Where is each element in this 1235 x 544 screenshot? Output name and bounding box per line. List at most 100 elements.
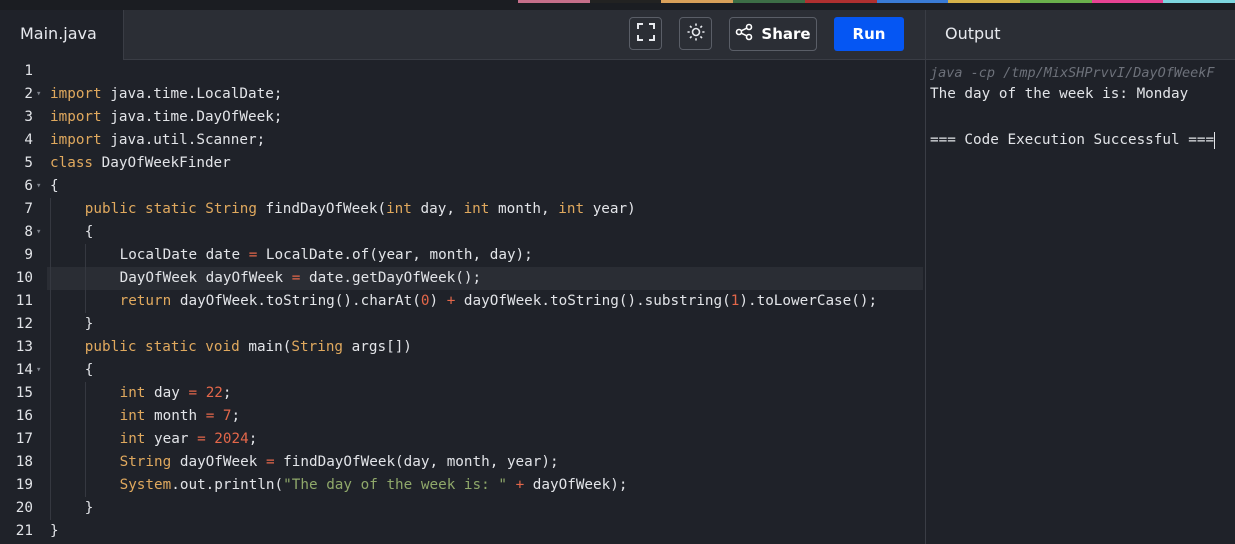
code-token: java.util.Scanner; xyxy=(101,132,266,148)
line-number: 6 xyxy=(24,178,33,194)
code-token: String xyxy=(291,339,344,355)
code-line[interactable]: 11 return dayOfWeek.toString().charAt(0) … xyxy=(0,290,925,313)
file-tab-main-java[interactable]: Main.java xyxy=(0,10,124,60)
line-number: 1 xyxy=(24,63,33,79)
fold-arrow-icon[interactable]: ▾ xyxy=(36,221,41,244)
indent-guide xyxy=(84,405,86,428)
code-line[interactable]: 4 import java.util.Scanner; xyxy=(0,129,925,152)
code-token: findDayOfWeek( xyxy=(256,201,387,217)
line-number: 14 xyxy=(15,362,33,378)
fold-arrow-icon[interactable]: ▾ xyxy=(36,175,41,198)
code-line[interactable]: 19 System.out.println("The day of the wee… xyxy=(0,474,925,497)
code-text: } xyxy=(50,520,59,543)
indent-guide xyxy=(50,474,51,497)
code-token: 22 xyxy=(205,385,223,401)
code-token: day, xyxy=(411,201,464,217)
fold-arrow-icon[interactable]: ▾ xyxy=(36,359,41,382)
code-line[interactable]: 20} xyxy=(0,497,925,520)
line-number: 13 xyxy=(15,339,33,355)
code-line[interactable]: 12} xyxy=(0,313,925,336)
indent-guide xyxy=(50,497,51,520)
share-button[interactable]: Share xyxy=(729,17,817,51)
code-token: .out.println( xyxy=(171,477,284,493)
code-line[interactable]: 3 import java.time.DayOfWeek; xyxy=(0,106,925,129)
code-token: dayOfWeek.toString().charAt( xyxy=(171,293,421,309)
code-token: = xyxy=(197,431,206,447)
share-icon xyxy=(735,23,753,45)
indent-guide xyxy=(50,428,51,451)
code-line[interactable]: 9 LocalDate date = LocalDate.of(year, mon… xyxy=(0,244,925,267)
code-line[interactable]: 1 xyxy=(0,60,925,83)
indent-guide xyxy=(84,267,86,290)
code-token: ) xyxy=(429,293,447,309)
code-token: + xyxy=(515,477,525,493)
run-button[interactable]: Run xyxy=(834,17,904,51)
code-token: main( xyxy=(239,339,292,355)
code-text: import java.time.LocalDate; xyxy=(50,83,282,106)
fullscreen-icon xyxy=(636,22,655,45)
code-line[interactable]: 8 ▾ { xyxy=(0,221,925,244)
code-token: import xyxy=(50,132,102,148)
line-number: 8 xyxy=(24,224,33,240)
code-line[interactable]: 15 int day = 22; xyxy=(0,382,925,405)
indent-guide xyxy=(50,221,51,244)
code-text: int year = 2024; xyxy=(120,428,258,451)
line-number: 10 xyxy=(15,270,33,286)
code-text: int day = 22; xyxy=(120,382,232,405)
code-token: java.time.DayOfWeek; xyxy=(101,109,283,125)
share-label: Share xyxy=(761,25,811,43)
code-line[interactable]: 7 public static String findDayOfWeek(int … xyxy=(0,198,925,221)
output-title: Output xyxy=(945,24,1001,43)
code-token: LocalDate date xyxy=(119,247,249,263)
line-number: 5 xyxy=(24,155,33,171)
code-line[interactable]: 5 class DayOfWeekFinder xyxy=(0,152,925,175)
code-editor[interactable]: 1 2 ▾ import java.time.LocalDate; 3 import ja… xyxy=(0,60,925,544)
code-token: ; xyxy=(231,408,241,424)
fullscreen-button[interactable] xyxy=(629,17,662,50)
code-text: return dayOfWeek.toString().charAt(0) + … xyxy=(120,290,878,313)
code-text: { xyxy=(85,359,94,382)
code-text: System.out.println("The day of the week … xyxy=(120,474,628,497)
output-status-text: === Code Execution Successful === xyxy=(930,132,1215,148)
code-line[interactable]: 16 int month = 7; xyxy=(0,405,925,428)
code-line[interactable]: 17 int year = 2024; xyxy=(0,428,925,451)
code-token: ; xyxy=(222,385,232,401)
indent-guide xyxy=(84,244,86,267)
code-token: int xyxy=(558,201,585,217)
code-token: LocalDate.of(year, month, day); xyxy=(257,247,533,263)
indent-guide xyxy=(50,451,51,474)
code-token: { xyxy=(84,224,94,240)
code-text: import java.time.DayOfWeek; xyxy=(50,106,282,129)
code-token: year) xyxy=(584,201,636,217)
code-token: "The day of the week is: " xyxy=(283,477,507,493)
indent-guide xyxy=(50,382,51,405)
line-number: 21 xyxy=(15,523,33,539)
code-token: = xyxy=(188,385,198,401)
code-token: String xyxy=(119,454,172,470)
line-number: 11 xyxy=(15,293,33,309)
code-token: import xyxy=(50,109,102,125)
code-text: { xyxy=(85,221,94,244)
theme-toggle-button[interactable] xyxy=(679,17,712,50)
editor-toolbar: Main.java Share Run xyxy=(0,10,925,60)
code-line[interactable]: 14 ▾ { xyxy=(0,359,925,382)
line-number: 15 xyxy=(15,385,33,401)
indent-guide xyxy=(50,244,51,267)
fold-arrow-icon[interactable]: ▾ xyxy=(36,83,41,106)
code-line[interactable]: 10 DayOfWeek dayOfWeek = date.getDayOfWee… xyxy=(0,267,925,290)
indent-guide xyxy=(84,382,86,405)
code-token: ).toLowerCase(); xyxy=(739,293,878,309)
code-line[interactable]: 2 ▾ import java.time.LocalDate; xyxy=(0,83,925,106)
code-line[interactable]: 6 ▾ { xyxy=(0,175,925,198)
code-token: } xyxy=(84,316,94,332)
code-token: day xyxy=(145,385,189,401)
line-number: 7 xyxy=(24,201,33,217)
code-line[interactable]: 21} xyxy=(0,520,925,543)
code-line[interactable]: 13 public static void main(String args[]) xyxy=(0,336,925,359)
code-token: { xyxy=(50,178,59,194)
code-line[interactable]: 18 String dayOfWeek = findDayOfWeek(day, … xyxy=(0,451,925,474)
code-text: { xyxy=(50,175,59,198)
